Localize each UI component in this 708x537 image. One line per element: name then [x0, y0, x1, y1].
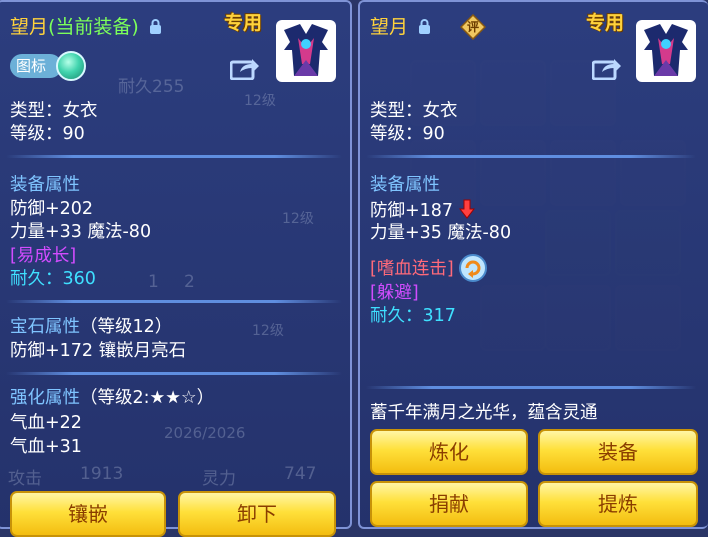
- icon-toggle-label: 图标: [10, 54, 62, 78]
- item-level: 等级：90: [10, 124, 85, 144]
- icon-toggle[interactable]: 图标: [10, 51, 90, 81]
- share-icon[interactable]: [230, 56, 260, 80]
- divider: [366, 386, 696, 389]
- current-equipment-panel: 耐久255 12级 12级 12级 1 2 2026/2026 攻击 1913 …: [0, 0, 352, 537]
- divider: [6, 372, 342, 375]
- divider: [366, 155, 696, 158]
- enhance-header-label: 强化属性: [10, 388, 80, 408]
- character-avatar-icon: [636, 20, 696, 82]
- refine-button[interactable]: 炼化: [370, 429, 528, 475]
- ghost-tab-2: 2: [184, 272, 195, 292]
- equip-attr-header: 装备属性: [10, 175, 80, 195]
- current-equipped-tag: (当前装备): [48, 16, 139, 38]
- gem-header-label: 宝石属性: [10, 317, 80, 337]
- hp-stat-1: 气血+22: [10, 413, 82, 433]
- durability-value: 360: [62, 269, 96, 289]
- item-description: 蓄千年满月之光华，蕴含灵通: [370, 403, 598, 423]
- defense-stat: 防御+187: [370, 199, 475, 222]
- down-arrow-icon: [458, 199, 475, 219]
- special-tag: [易成长]: [10, 246, 77, 266]
- ghost-attack-label: 攻击: [8, 469, 42, 489]
- enhance-attr-header: 强化属性（等级2:★★☆）: [10, 387, 214, 409]
- ghost-attack-value: 1913: [80, 464, 124, 484]
- durability-value: 317: [422, 306, 456, 326]
- lock-icon: [419, 19, 431, 34]
- ghost-tab-1: 1: [148, 272, 159, 292]
- inlay-button[interactable]: 镶嵌: [10, 491, 166, 537]
- hp-stat-2: 气血+31: [10, 437, 82, 457]
- enhance-level: （等级2:★★☆）: [80, 388, 215, 408]
- donate-button[interactable]: 捐献: [370, 481, 528, 527]
- defense-stat: 防御+202: [10, 199, 94, 219]
- item-type: 类型：女衣: [10, 101, 98, 121]
- ghost-hp: 2026/2026: [164, 424, 246, 442]
- str-magic-stat: 力量+35 魔法-80: [370, 223, 512, 243]
- gem-stat: 防御+172 镶嵌月亮石: [10, 341, 187, 361]
- skill-refresh-icon[interactable]: [459, 254, 488, 282]
- item-type: 类型：女衣: [370, 101, 458, 121]
- gem-attr-header: 宝石属性（等级12）: [10, 316, 172, 338]
- unequip-button[interactable]: 卸下: [178, 491, 336, 537]
- durability: 耐久：317: [370, 305, 456, 327]
- skill-line: [嗜血连击]: [370, 254, 488, 282]
- str-magic-stat: 力量+33 魔法-80: [10, 222, 152, 242]
- item-title: 望月(当前装备): [10, 12, 162, 39]
- lock-icon: [149, 19, 161, 34]
- toggle-knob: [56, 51, 86, 81]
- ghost-spirit-label: 灵力: [202, 469, 236, 489]
- divider: [6, 300, 342, 303]
- defense-value: 防御+187: [370, 201, 454, 221]
- item-name: 望月: [370, 16, 409, 38]
- equip-attr-header: 装备属性: [370, 175, 440, 195]
- durability-label: 耐久：: [370, 306, 423, 326]
- exclusive-badge: 专用: [224, 12, 263, 34]
- compare-equipment-panel: 望月 评 专用 类型：女衣 等级：90 装备属性 防御+187 力量+35 魔法…: [358, 0, 708, 529]
- ghost-spirit-value: 747: [284, 464, 317, 484]
- ghost-level: 12级: [244, 93, 276, 109]
- share-icon[interactable]: [592, 56, 622, 80]
- item-title: 望月: [370, 12, 431, 39]
- durability: 耐久：360: [10, 268, 96, 290]
- character-avatar-icon: [276, 20, 336, 82]
- item-name: 望月: [10, 16, 49, 38]
- equip-button[interactable]: 装备: [538, 429, 698, 475]
- item-level: 等级：90: [370, 124, 445, 144]
- gem-level: （等级12）: [80, 317, 173, 337]
- skill-tag: [嗜血连击]: [370, 259, 454, 279]
- ghost-durability: 耐久255: [118, 77, 185, 97]
- divider: [6, 155, 342, 158]
- extract-button[interactable]: 提炼: [538, 481, 698, 527]
- exclusive-badge: 专用: [586, 12, 625, 34]
- special-tag: [躲避]: [370, 283, 419, 303]
- ghost-level: 12级: [282, 211, 314, 227]
- ghost-level: 12级: [252, 323, 284, 339]
- rating-badge-label: 评: [466, 20, 479, 34]
- rating-badge-icon[interactable]: 评: [459, 13, 487, 41]
- durability-label: 耐久：: [10, 269, 63, 289]
